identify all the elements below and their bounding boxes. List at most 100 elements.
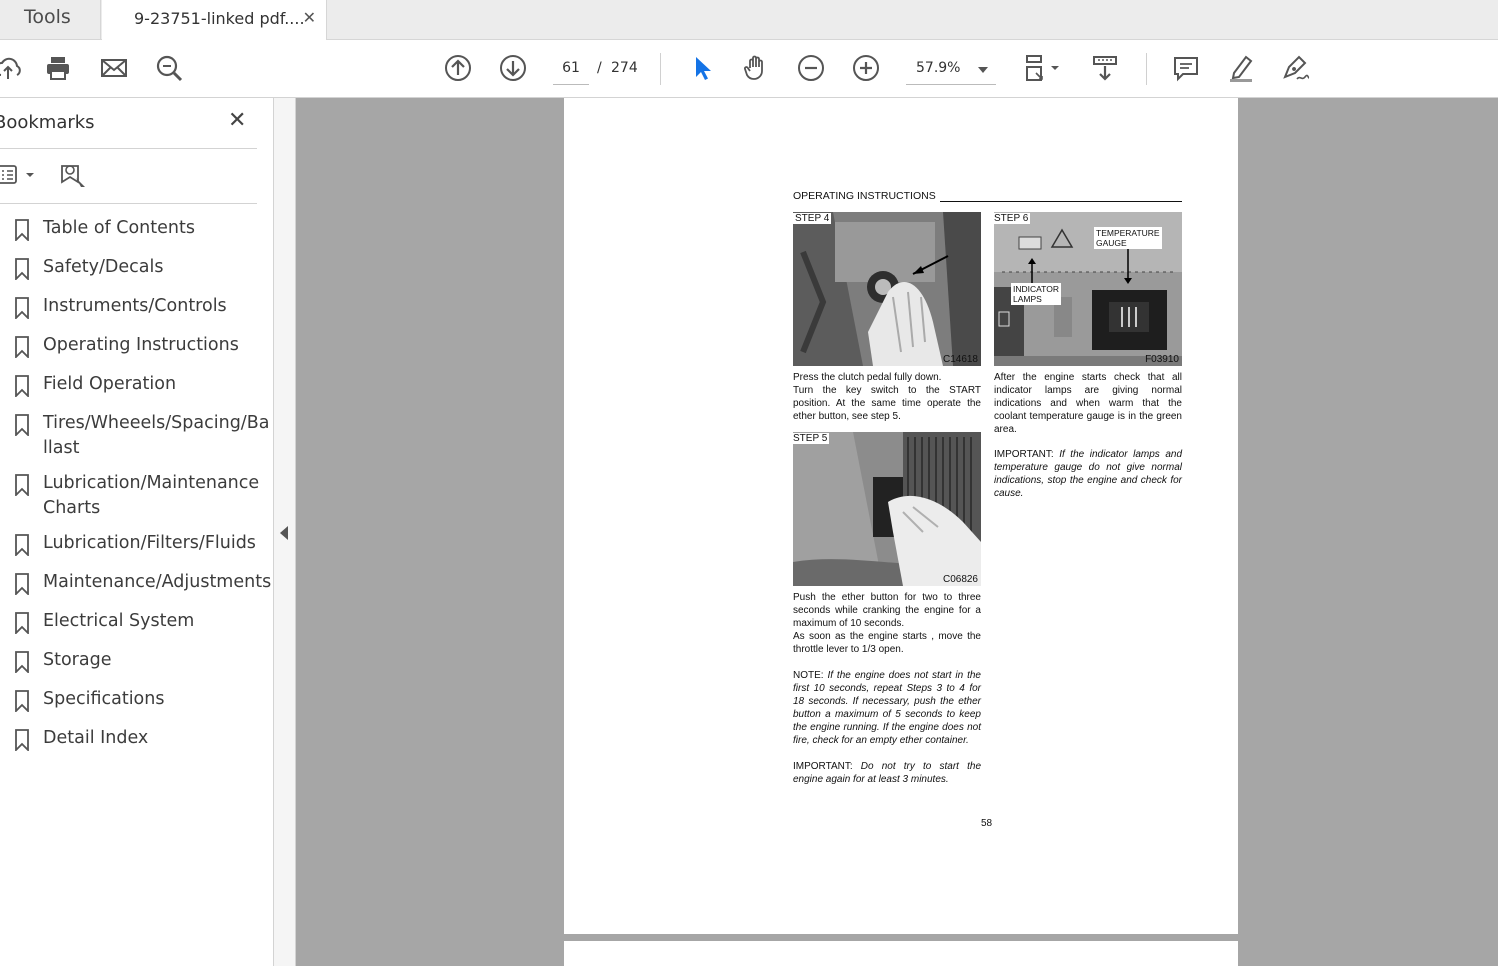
highlight-pen-icon[interactable] [1223, 50, 1259, 86]
bookmark-label: Table of Contents [43, 218, 195, 238]
find-bookmark-icon[interactable] [58, 160, 88, 190]
upload-icon[interactable] [0, 50, 26, 86]
step6-text1: After the engine starts check that all i… [994, 372, 1182, 435]
bookmark-icon [15, 474, 29, 496]
scroll-mode-icon[interactable] [1087, 50, 1123, 86]
page-number: 58 [981, 818, 993, 829]
indicator-lamps-callout: INDICATOR LAMPS [1011, 283, 1061, 305]
pdf-page-next [564, 941, 1238, 966]
bookmarks-title: Bookmarks [0, 112, 95, 133]
bookmark-icon [15, 336, 29, 358]
zoom-value: 57.9% [916, 60, 961, 76]
bookmark-icon [15, 375, 29, 397]
bookmark-options-icon[interactable] [0, 161, 40, 189]
step4-photo: C14618 [793, 212, 981, 366]
bookmark-label: Instruments/Controls [43, 296, 227, 316]
toolbar-divider [660, 53, 661, 85]
zoom-out-icon[interactable] [793, 50, 829, 86]
step5-photo: C06826 [793, 432, 981, 586]
select-cursor-icon[interactable] [683, 50, 719, 86]
main-toolbar: 61 / 274 57.9% [0, 40, 1498, 98]
bookmark-list: Table of Contents Safety/Decals Instrume… [0, 211, 272, 760]
bookmark-item[interactable]: Detail Index [0, 721, 272, 760]
bookmark-item[interactable]: Operating Instructions [0, 328, 272, 367]
bookmark-item[interactable]: Lubrication/Maintenance Charts [0, 466, 272, 526]
page-up-icon[interactable] [440, 50, 476, 86]
bookmark-label: Tires/Wheeels/Spacing/Ballast [43, 413, 270, 458]
hand-icon[interactable] [738, 50, 774, 86]
page-layout-icon[interactable] [1018, 50, 1066, 86]
bookmark-label: Field Operation [43, 374, 177, 394]
page-separator: / [597, 60, 602, 76]
bookmark-label: Lubrication/Filters/Fluids [43, 533, 256, 553]
note-label: NOTE: [793, 670, 824, 681]
page-number-input[interactable]: 61 [553, 55, 589, 85]
tab-bar: Tools 9-23751-linked pdf.... ✕ [0, 0, 1498, 41]
bookmark-item[interactable]: Instruments/Controls [0, 289, 272, 328]
callout-line: TEMPERATURE [1096, 228, 1160, 238]
step5-text1: Push the ether button for two to three s… [793, 592, 981, 629]
bookmark-label: Lubrication/Maintenance Charts [43, 473, 260, 518]
close-icon[interactable]: ✕ [303, 8, 316, 27]
step5-important: IMPORTANT: Do not try to start the engin… [793, 760, 981, 786]
bookmark-icon [15, 219, 29, 241]
toolbar-divider [1146, 53, 1147, 85]
bookmark-icon [15, 612, 29, 634]
divider [0, 203, 257, 204]
close-icon[interactable]: ✕ [228, 108, 246, 133]
section-title: OPERATING INSTRUCTIONS [793, 190, 936, 202]
sign-icon[interactable] [1278, 50, 1314, 86]
zoom-in-icon[interactable] [848, 50, 884, 86]
print-icon[interactable] [40, 50, 76, 86]
bookmark-label: Maintenance/Adjustments [43, 572, 272, 592]
step4-label-overlay: STEP 4 [793, 213, 832, 224]
tab-document[interactable]: 9-23751-linked pdf.... ✕ [102, 0, 327, 41]
bookmark-icon [15, 573, 29, 595]
page-down-icon[interactable] [495, 50, 531, 86]
bookmarks-panel: Bookmarks ✕ Table of Contents Safety/Dec… [0, 98, 274, 966]
bookmark-icon [15, 414, 29, 436]
step6-label: STEP 6 [994, 213, 1031, 224]
step6-important: IMPORTANT: If the indicator lamps and te… [994, 448, 1182, 500]
bookmark-item[interactable]: Storage [0, 643, 272, 682]
bookmark-item[interactable]: Lubrication/Filters/Fluids [0, 526, 272, 565]
mail-icon[interactable] [96, 50, 132, 86]
page-total: 274 [611, 60, 638, 76]
step5-label: STEP 5 [793, 433, 830, 444]
section-rule [940, 201, 1182, 202]
zoom-search-icon[interactable] [151, 50, 187, 86]
document-viewport[interactable]: OPERATING INSTRUCTIONS C14618 STEP 4 Pre… [296, 98, 1498, 966]
bookmark-icon [15, 729, 29, 751]
bookmark-item[interactable]: Safety/Decals [0, 250, 272, 289]
pdf-page: OPERATING INSTRUCTIONS C14618 STEP 4 Pre… [564, 98, 1238, 934]
bookmark-item[interactable]: Electrical System [0, 604, 272, 643]
collapse-arrow-icon[interactable] [280, 526, 288, 540]
tab-tools[interactable]: Tools [0, 0, 101, 40]
step6-photo-code: F03910 [1145, 354, 1179, 365]
bookmark-label: Storage [43, 650, 112, 670]
step5-text2: As soon as the engine starts , move the … [793, 631, 981, 655]
callout-line: GAUGE [1096, 238, 1127, 248]
bookmark-item[interactable]: Table of Contents [0, 211, 272, 250]
divider [0, 148, 257, 149]
bookmark-label: Safety/Decals [43, 257, 164, 277]
bookmark-label: Operating Instructions [43, 335, 239, 355]
comment-icon[interactable] [1168, 50, 1204, 86]
bookmark-label: Specifications [43, 689, 165, 709]
bookmark-icon [15, 258, 29, 280]
bookmark-item[interactable]: Tires/Wheeels/Spacing/Ballast [0, 406, 272, 466]
step4-text1: Press the clutch pedal fully down. [793, 372, 942, 383]
step4-photo-code: C14618 [942, 354, 978, 365]
bookmark-item[interactable]: Specifications [0, 682, 272, 721]
bookmark-item[interactable]: Field Operation [0, 367, 272, 406]
bookmark-item[interactable]: Maintenance/Adjustments [0, 565, 272, 604]
zoom-select[interactable]: 57.9% [906, 55, 996, 85]
bookmark-icon [15, 534, 29, 556]
bookmark-icon [15, 297, 29, 319]
bookmark-label: Detail Index [43, 728, 149, 748]
important-label: IMPORTANT: [793, 761, 853, 772]
panel-splitter[interactable] [274, 98, 296, 966]
callout-line: INDICATOR [1013, 284, 1059, 294]
step5-note: NOTE: If the engine does not start in th… [793, 669, 981, 747]
important-label: IMPORTANT: [994, 449, 1054, 460]
